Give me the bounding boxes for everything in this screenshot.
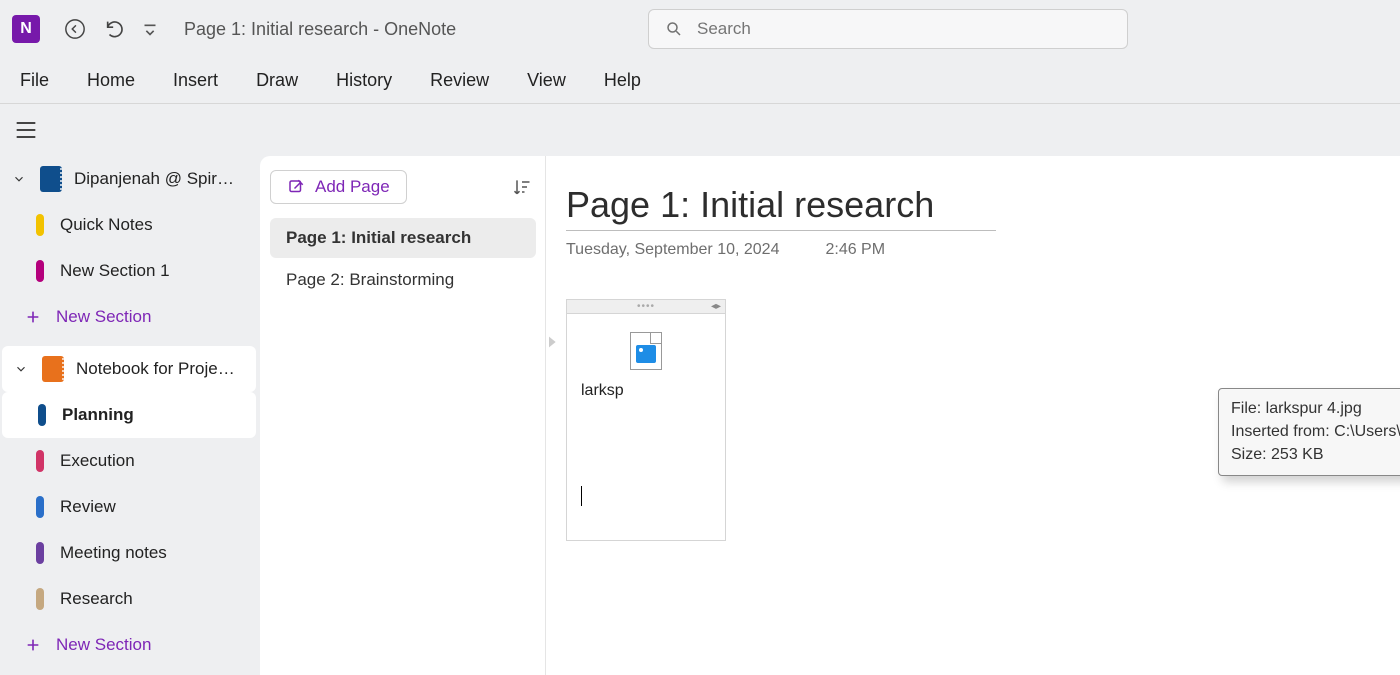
undo-button[interactable] — [98, 12, 132, 46]
main-area: Dipanjenah @ Spiral... Quick Notes New S… — [0, 156, 1400, 675]
section-color-icon — [36, 496, 44, 518]
section-color-icon — [36, 450, 44, 472]
section-item[interactable]: New Section 1 — [0, 248, 258, 294]
sort-icon[interactable] — [508, 173, 536, 201]
search-input[interactable] — [697, 19, 1111, 39]
section-color-icon — [36, 260, 44, 282]
text-cursor — [581, 486, 582, 506]
section-item-selected[interactable]: Planning — [2, 392, 256, 438]
notebook-icon — [42, 356, 64, 382]
section-label: Review — [60, 497, 116, 517]
notebook-item[interactable]: Notebook for Project A — [2, 346, 256, 392]
file-tooltip: File: larkspur 4.jpg Inserted from: C:\U… — [1218, 388, 1400, 476]
plus-icon — [24, 308, 42, 326]
search-icon — [665, 20, 683, 38]
page-meta: Tuesday, September 10, 2024 2:46 PM — [566, 241, 1400, 259]
section-item[interactable]: Review — [0, 484, 258, 530]
note-container[interactable]: •••• ◂▸ larksp — [566, 299, 726, 541]
menu-file[interactable]: File — [20, 70, 49, 91]
menu-help[interactable]: Help — [604, 70, 641, 91]
section-item[interactable]: Meeting notes — [0, 530, 258, 576]
page-list-item[interactable]: Page 1: Initial research — [270, 218, 536, 258]
notebook-name: Dipanjenah @ Spiral... — [74, 169, 234, 189]
section-item[interactable]: Execution — [0, 438, 258, 484]
add-page-label: Add Page — [315, 177, 390, 197]
hamburger-icon[interactable] — [12, 116, 40, 144]
add-page-icon — [287, 178, 305, 196]
chevron-down-icon — [12, 362, 30, 376]
new-section-button[interactable]: New Section — [0, 622, 258, 668]
page-canvas[interactable]: Page 1: Initial research Tuesday, Septem… — [546, 156, 1400, 675]
title-bar: N Page 1: Initial research - OneNote — [0, 0, 1400, 58]
page-list-item[interactable]: Page 2: Brainstorming — [270, 260, 536, 300]
section-color-icon — [38, 404, 46, 426]
menu-draw[interactable]: Draw — [256, 70, 298, 91]
back-button[interactable] — [58, 12, 92, 46]
notebook-sidebar: Dipanjenah @ Spiral... Quick Notes New S… — [0, 156, 258, 675]
window-title: Page 1: Initial research - OneNote — [184, 19, 456, 40]
search-box[interactable] — [648, 9, 1128, 49]
menu-history[interactable]: History — [336, 70, 392, 91]
tooltip-line-path: Inserted from: C:\Users\dipan\OneDrive\D… — [1231, 420, 1400, 443]
page-time: 2:46 PM — [825, 241, 885, 259]
resize-handle-icon[interactable]: ◂▸ — [711, 301, 721, 312]
section-label: Research — [60, 589, 133, 609]
section-label: Meeting notes — [60, 543, 167, 563]
menu-home[interactable]: Home — [87, 70, 135, 91]
tooltip-line-file: File: larkspur 4.jpg — [1231, 397, 1400, 420]
menu-insert[interactable]: Insert — [173, 70, 218, 91]
notebook-name: Notebook for Project A — [76, 359, 236, 379]
chevron-down-icon — [10, 172, 28, 186]
notebook-icon — [40, 166, 62, 192]
page-list-pane: Add Page Page 1: Initial research Page 2… — [260, 156, 546, 675]
new-section-button[interactable]: New Section — [0, 294, 258, 340]
app-icon: N — [12, 15, 40, 43]
menu-review[interactable]: Review — [430, 70, 489, 91]
section-item[interactable]: Quick Notes — [0, 202, 258, 248]
drag-handle-icon[interactable]: •••• — [637, 301, 655, 312]
section-color-icon — [36, 214, 44, 236]
menu-bar: File Home Insert Draw History Review Vie… — [0, 58, 1400, 104]
section-label: Execution — [60, 451, 135, 471]
new-section-label: New Section — [56, 635, 151, 655]
tooltip-line-size: Size: 253 KB — [1231, 443, 1400, 466]
add-page-button[interactable]: Add Page — [270, 170, 407, 204]
page-title[interactable]: Page 1: Initial research — [566, 184, 996, 231]
toolbar-strip — [0, 104, 1400, 156]
page-date: Tuesday, September 10, 2024 — [566, 241, 779, 259]
expand-handle-icon[interactable] — [544, 331, 562, 353]
section-label: Quick Notes — [60, 215, 153, 235]
section-label: Planning — [62, 405, 134, 425]
section-item[interactable]: Research — [0, 576, 258, 622]
section-label: New Section 1 — [60, 261, 170, 281]
section-color-icon — [36, 542, 44, 564]
file-attachment-icon[interactable] — [630, 332, 662, 370]
menu-view[interactable]: View — [527, 70, 566, 91]
plus-icon — [24, 636, 42, 654]
note-container-header[interactable]: •••• ◂▸ — [567, 300, 725, 314]
file-attachment-label[interactable]: larksp — [581, 382, 711, 400]
section-color-icon — [36, 588, 44, 610]
notebook-item[interactable]: Dipanjenah @ Spiral... — [0, 156, 258, 202]
new-section-label: New Section — [56, 307, 151, 327]
customize-dropdown-icon[interactable] — [138, 12, 162, 46]
